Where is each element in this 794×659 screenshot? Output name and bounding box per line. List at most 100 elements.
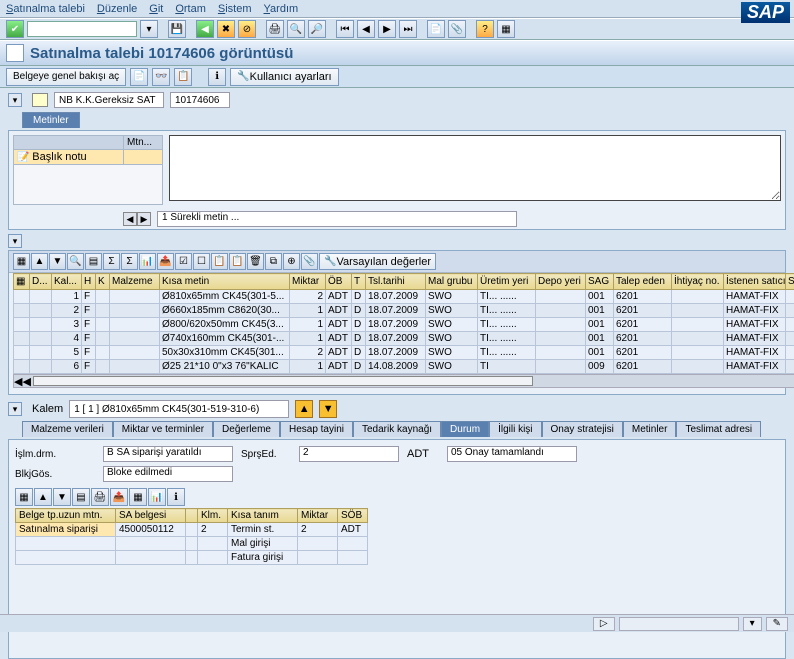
copy-icon[interactable]: 📋	[211, 253, 228, 270]
processing-status-combo[interactable]: B SA siparişi yaratıldı	[103, 446, 233, 462]
sg-filter-icon[interactable]: ▤	[72, 488, 90, 506]
col-plant[interactable]: Üretim yeri	[478, 274, 536, 290]
sg-export-icon[interactable]: 📤	[110, 488, 128, 506]
select-all-icon[interactable]: ☑	[175, 253, 192, 270]
table-row[interactable]: Fatura girişi	[16, 551, 368, 565]
sg-graph-icon[interactable]: 📊	[148, 488, 166, 506]
col-shorttext[interactable]: Kısa metin	[160, 274, 290, 290]
sg-layout-icon[interactable]: ▦	[129, 488, 147, 506]
sg-sort-asc-icon[interactable]: ▲	[34, 488, 52, 506]
item-prev-button[interactable]: ▲	[295, 400, 313, 418]
sgcol-po[interactable]: SA belgesi	[116, 509, 186, 523]
table-row[interactable]: 1FØ810x65mm CK45(301-5...2ADTD18.07.2009…	[14, 290, 794, 304]
subtab-0[interactable]: Malzeme verileri	[22, 421, 113, 437]
row-selector-header[interactable]: ▦	[14, 274, 30, 290]
sgcol-short[interactable]: Kısa tanım	[228, 509, 298, 523]
subtab-8[interactable]: Metinler	[623, 421, 677, 437]
save-icon[interactable]: 💾	[168, 20, 186, 38]
subtab-5[interactable]: Durum	[441, 421, 489, 437]
tab-texts[interactable]: Metinler	[22, 112, 80, 128]
sgcol-uom[interactable]: SÖB	[338, 509, 368, 523]
details-icon[interactable]: ▦	[13, 253, 30, 270]
sum-icon[interactable]: Σ	[103, 253, 120, 270]
subtab-9[interactable]: Teslimat adresi	[676, 421, 761, 437]
help-icon[interactable]: ?	[476, 20, 494, 38]
find-next-icon[interactable]: 🔎	[308, 20, 326, 38]
first-page-icon[interactable]: ⏮	[336, 20, 354, 38]
items-collapse-icon[interactable]: ▾	[8, 234, 22, 248]
last-page-icon[interactable]: ⏭	[399, 20, 417, 38]
help-icon2[interactable]: ℹ	[208, 68, 226, 86]
col-sloc[interactable]: Depo yeri	[536, 274, 586, 290]
back-icon[interactable]: ◀	[196, 20, 214, 38]
user-settings-button[interactable]: 🔧 Kullanıcı ayarları	[230, 68, 338, 86]
sgcol-item[interactable]: Klm.	[198, 509, 228, 523]
table-row[interactable]: 6FØ25 21*10 0"x3 76"KALIC1ADTD14.08.2009…	[14, 360, 794, 374]
enter-button[interactable]: ✔	[6, 20, 24, 38]
expand-icon[interactable]: ⊕	[283, 253, 300, 270]
col-desvendor[interactable]: İstenen satıcı	[724, 274, 786, 290]
col-material[interactable]: Malzeme	[110, 274, 160, 290]
menu-pr[interactable]: Satınalma talebi	[6, 3, 85, 15]
col-reqno[interactable]: İhtiyaç no.	[672, 274, 724, 290]
col-qty[interactable]: Miktar	[290, 274, 326, 290]
sort-asc-icon[interactable]: ▲	[31, 253, 48, 270]
prev-page-icon[interactable]: ◀	[357, 20, 375, 38]
menu-env[interactable]: Ortam	[175, 3, 206, 15]
menu-help[interactable]: Yardım	[264, 3, 299, 15]
col-k[interactable]: K	[96, 274, 110, 290]
create-session-icon[interactable]: 📄	[427, 20, 445, 38]
scroll-right-icon[interactable]: ▶	[137, 212, 151, 226]
po-history-grid[interactable]: Belge tp.uzun mtn. SA belgesi Klm. Kısa …	[15, 508, 368, 565]
cancel-icon[interactable]: ⊘	[238, 20, 256, 38]
next-page-icon[interactable]: ▶	[378, 20, 396, 38]
dropdown-icon[interactable]: ▾	[140, 20, 158, 38]
col-sag[interactable]: SAG	[586, 274, 614, 290]
sort-desc-icon[interactable]: ▼	[49, 253, 66, 270]
doc-number-field[interactable]: 10174606	[170, 92, 230, 108]
sg-details-icon[interactable]: ▦	[15, 488, 33, 506]
other-pr-icon[interactable]: 📋	[174, 68, 192, 86]
print-icon[interactable]: 🖨	[266, 20, 284, 38]
table-row[interactable]: 5F50x30x310mm CK45(301...2ADTD18.07.2009…	[14, 346, 794, 360]
release-status-combo[interactable]: 05 Onay tamamlandı	[447, 446, 577, 462]
attach-icon[interactable]: 📎	[301, 253, 318, 270]
sgcol-qty[interactable]: Miktar	[298, 509, 338, 523]
find-icon[interactable]: 🔍	[287, 20, 305, 38]
exit-icon[interactable]: ✖	[217, 20, 235, 38]
subtab-1[interactable]: Miktar ve terminler	[113, 421, 213, 437]
menu-goto[interactable]: Git	[149, 3, 163, 15]
table-row[interactable]: 3FØ800/620x50mm CK45(3...1ADTD18.07.2009…	[14, 318, 794, 332]
sg-info-icon[interactable]: ℹ	[167, 488, 185, 506]
deselect-all-icon[interactable]: ☐	[193, 253, 210, 270]
sg-print-icon[interactable]: 🖨	[91, 488, 109, 506]
table-row[interactable]: Satınalma siparişi45000501122Termin st.2…	[16, 523, 368, 537]
col-d[interactable]: D...	[30, 274, 52, 290]
sg-sort-desc-icon[interactable]: ▼	[53, 488, 71, 506]
subtab-7[interactable]: Onay stratejisi	[542, 421, 623, 437]
find-grid-icon[interactable]: 🔍	[67, 253, 84, 270]
col-h[interactable]: H	[82, 274, 96, 290]
subtab-4[interactable]: Tedarik kaynağı	[353, 421, 441, 437]
col-uom[interactable]: ÖB	[326, 274, 352, 290]
create-icon[interactable]: 📄	[130, 68, 148, 86]
col-delivdate[interactable]: Tsl.tarihi	[366, 274, 426, 290]
col-item[interactable]: Kal...	[52, 274, 82, 290]
menu-edit[interactable]: Düzenle	[97, 3, 137, 15]
item-selector-combo[interactable]: 1 [ 1 ] Ø810x65mm CK45(301-519-310-6)	[69, 400, 289, 418]
subtab-6[interactable]: İlgili kişi	[489, 421, 541, 437]
filter-icon[interactable]: ▤	[85, 253, 102, 270]
col-requester[interactable]: Talep eden	[614, 274, 672, 290]
export-icon[interactable]: 📤	[157, 253, 174, 270]
default-values-button[interactable]: 🔧Varsayılan değerler	[319, 253, 436, 270]
layout-icon2[interactable]: 📊	[139, 253, 156, 270]
duplicate-icon[interactable]: ⧉	[265, 253, 282, 270]
grid-hscrollbar[interactable]: ◀◀ ▶▶	[13, 374, 794, 388]
item-next-button[interactable]: ▼	[319, 400, 337, 418]
table-row[interactable]: 2FØ660x185mm C8620(30...1ADTD18.07.2009S…	[14, 304, 794, 318]
subtotal-icon[interactable]: Σ	[121, 253, 138, 270]
scroll-left-icon[interactable]: ◀	[123, 212, 137, 226]
delete-icon[interactable]: 🗑	[247, 253, 264, 270]
command-field[interactable]	[27, 21, 137, 37]
block-indicator-combo[interactable]: Bloke edilmedi	[103, 466, 233, 482]
